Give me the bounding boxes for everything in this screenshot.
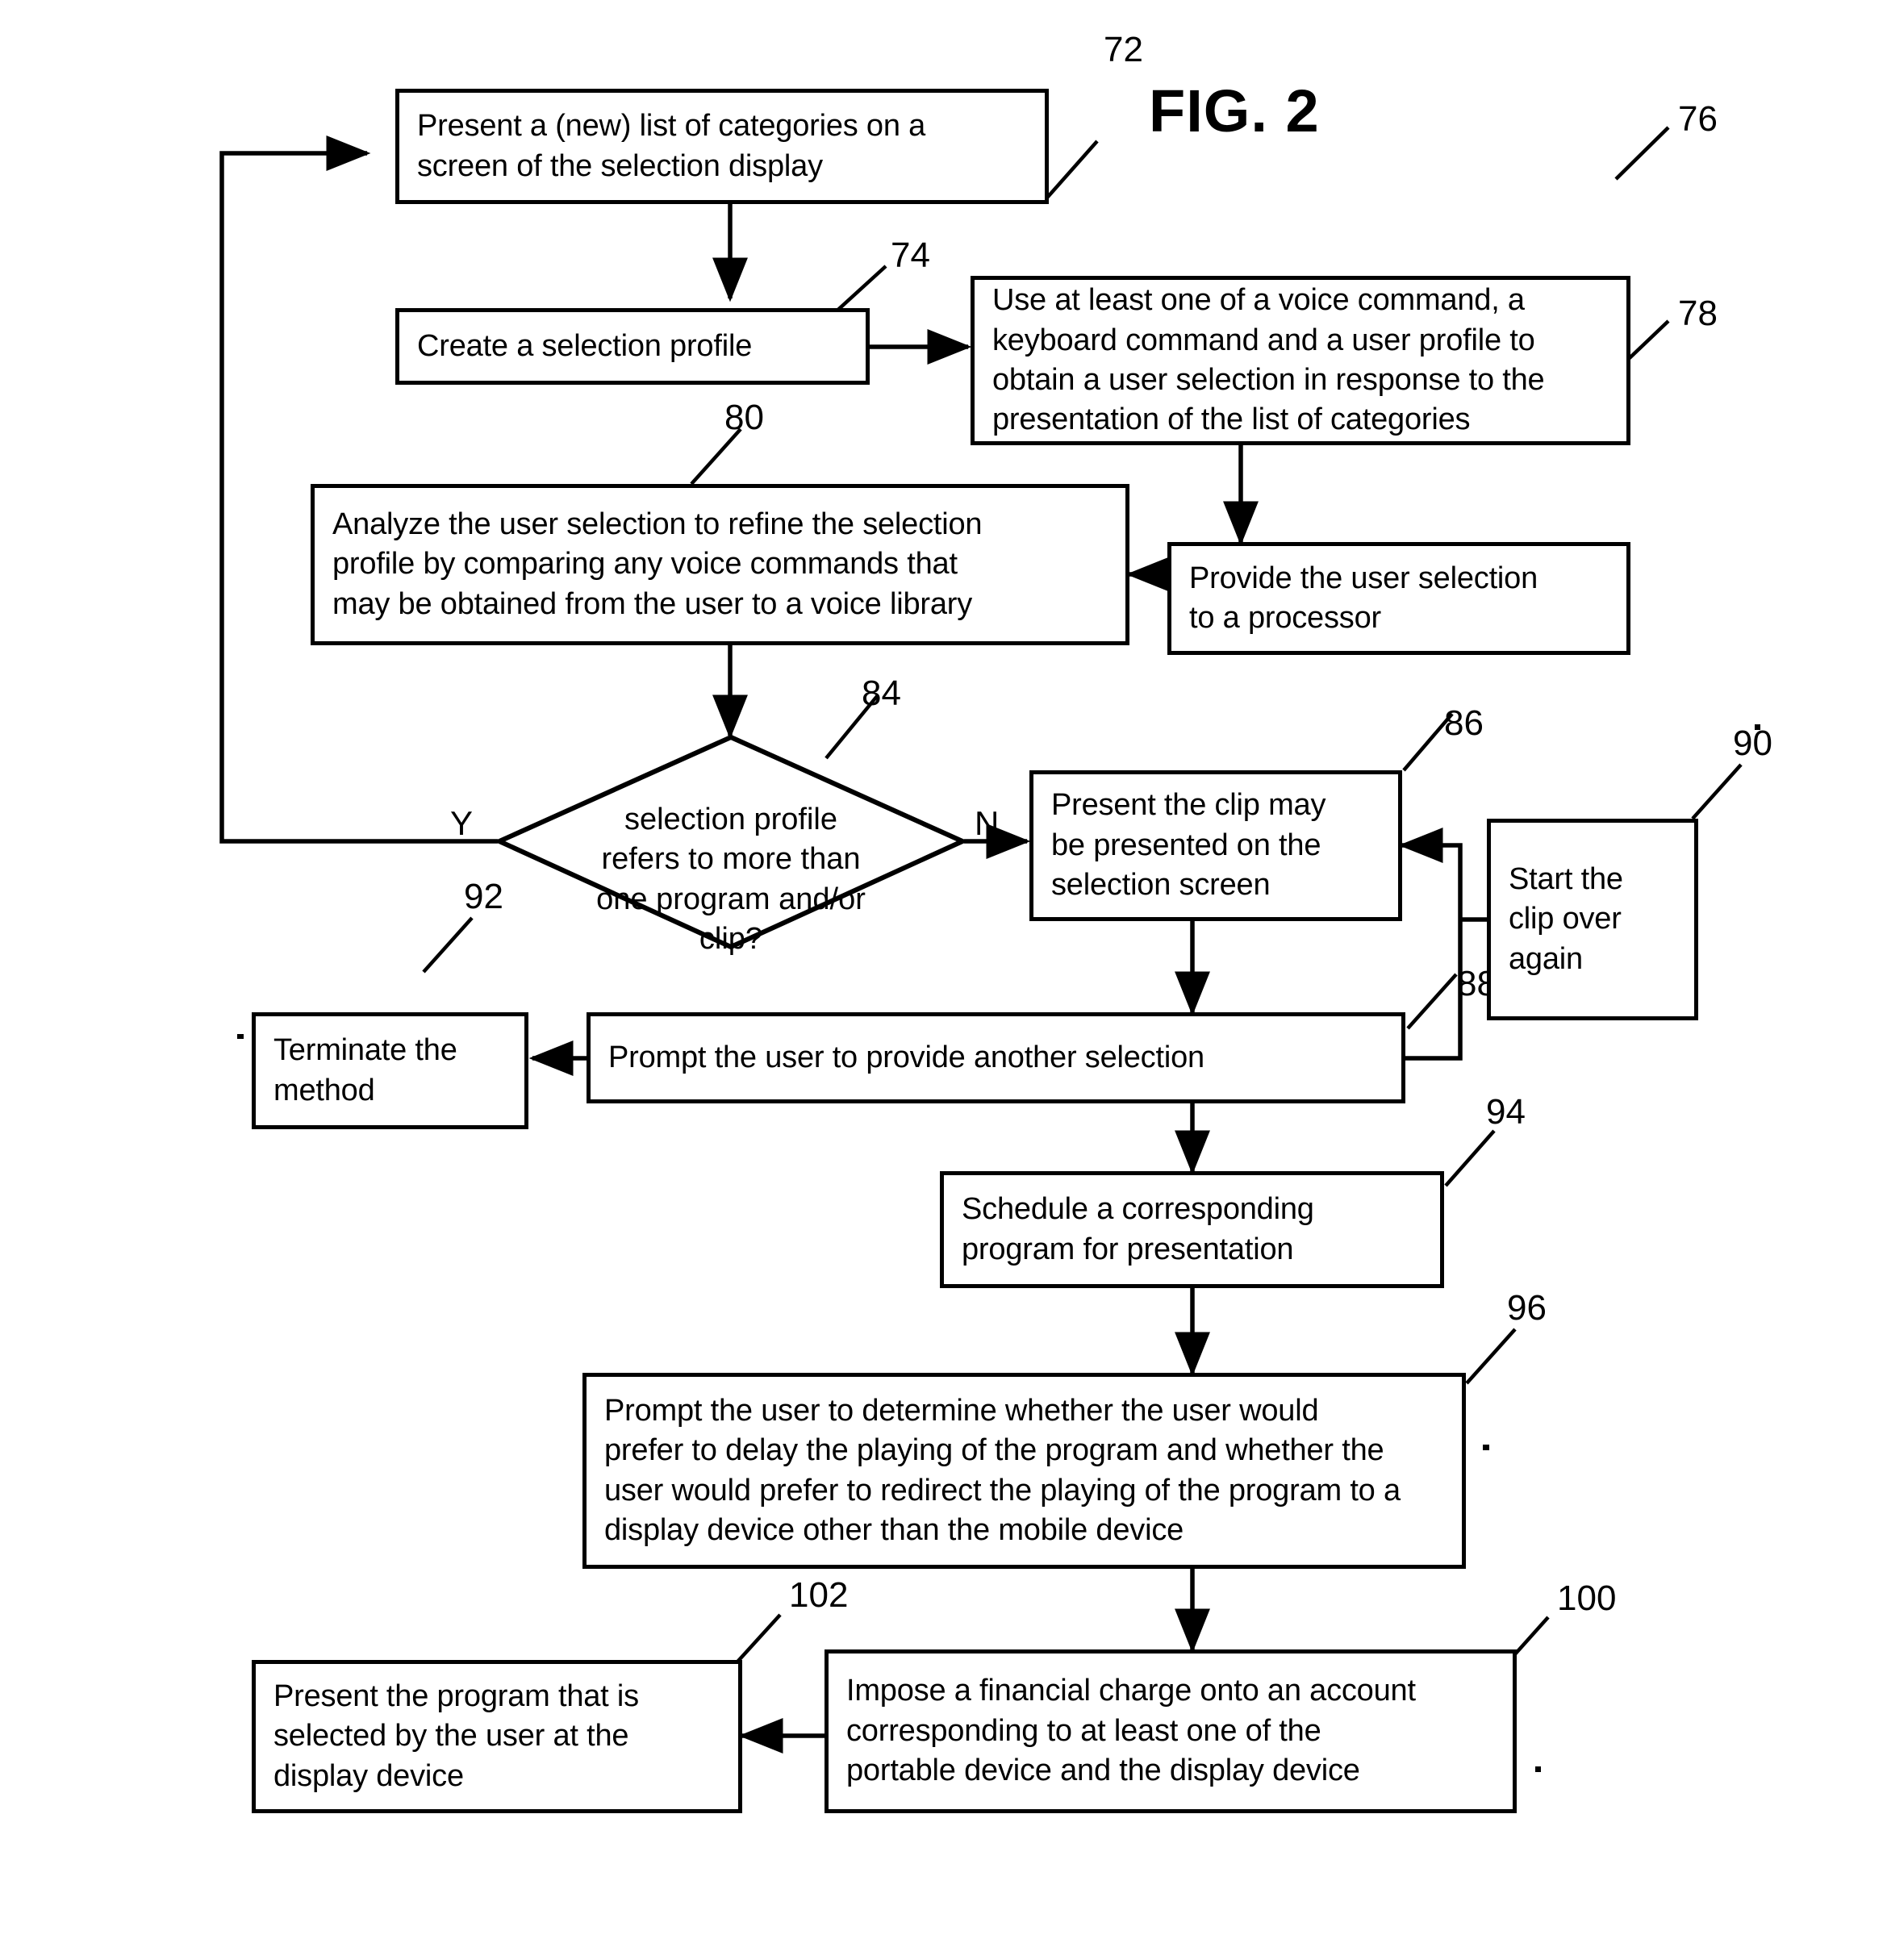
scan-speck	[1483, 1445, 1489, 1450]
process-box-provide-selection-to-processor[interactable]: Provide the user selection to a processo…	[1167, 542, 1630, 655]
reference-numeral-100: 100	[1557, 1578, 1617, 1618]
process-box-start-clip-over[interactable]: Start the clip over again	[1487, 819, 1698, 1020]
scan-speck	[1535, 1766, 1541, 1772]
branch-label-yes: Y	[450, 804, 474, 842]
reference-numeral-92: 92	[464, 877, 503, 916]
process-box-label: Terminate the method	[273, 1033, 457, 1107]
decision-label: selection profile refers to more than on…	[596, 803, 866, 957]
reference-numeral-86: 86	[1444, 703, 1484, 743]
process-box-label: Prompt the user to determine whether the…	[604, 1393, 1401, 1547]
process-box-label: Analyze the user selection to refine the…	[332, 507, 983, 621]
process-box-label: Provide the user selection to a processo…	[1189, 561, 1538, 635]
branch-label-no: N	[975, 804, 1000, 842]
process-box-present-category-list[interactable]: Present a (new) list of categories on a …	[395, 89, 1049, 204]
reference-numeral-74: 74	[891, 236, 930, 275]
process-box-label: Prompt the user to provide another selec…	[608, 1040, 1204, 1074]
process-box-schedule-program[interactable]: Schedule a corresponding program for pre…	[940, 1171, 1444, 1288]
reference-numeral-80: 80	[724, 398, 764, 437]
process-box-create-selection-profile[interactable]: Create a selection profile	[395, 308, 870, 385]
process-box-terminate-method[interactable]: Terminate the method	[252, 1012, 528, 1129]
process-box-label: Start the clip over again	[1509, 861, 1623, 976]
process-box-label: Schedule a corresponding program for pre…	[962, 1192, 1314, 1266]
process-box-analyze-user-selection[interactable]: Analyze the user selection to refine the…	[311, 484, 1129, 645]
process-box-label: Create a selection profile	[417, 328, 753, 363]
process-box-label: Use at least one of a voice command, a k…	[992, 283, 1545, 437]
reference-numeral-72: 72	[1104, 30, 1143, 69]
reference-numeral-78: 78	[1678, 294, 1718, 333]
process-box-label: Impose a financial charge onto an accoun…	[846, 1674, 1416, 1788]
reference-numeral-84: 84	[862, 673, 901, 713]
reference-numeral-90: 90	[1733, 724, 1772, 763]
process-box-present-program-display-device[interactable]: Present the program that is selected by …	[252, 1660, 742, 1813]
process-box-prompt-another-selection[interactable]: Prompt the user to provide another selec…	[587, 1012, 1405, 1103]
process-box-impose-financial-charge[interactable]: Impose a financial charge onto an accoun…	[825, 1649, 1517, 1813]
scan-speck	[237, 1034, 244, 1039]
process-box-prompt-delay-redirect[interactable]: Prompt the user to determine whether the…	[582, 1373, 1466, 1569]
figure-title: FIG. 2	[1149, 77, 1320, 144]
reference-numeral-94: 94	[1486, 1092, 1526, 1132]
process-box-present-clip[interactable]: Present the clip may be presented on the…	[1029, 770, 1402, 921]
process-box-label: Present a (new) list of categories on a …	[417, 109, 926, 183]
reference-numeral-96: 96	[1507, 1288, 1547, 1328]
decision-diamond-multiple-programs[interactable]: selection profile refers to more than on…	[496, 734, 966, 956]
reference-numeral-102: 102	[789, 1575, 849, 1615]
figure-canvas: FIG. 2 Present a (new) list of categorie…	[0, 0, 1887, 1960]
process-box-label: Present the program that is selected by …	[273, 1679, 639, 1793]
reference-numeral-76: 76	[1678, 99, 1718, 139]
process-box-obtain-user-selection[interactable]: Use at least one of a voice command, a k…	[971, 276, 1630, 445]
process-box-label: Present the clip may be presented on the…	[1051, 788, 1326, 903]
